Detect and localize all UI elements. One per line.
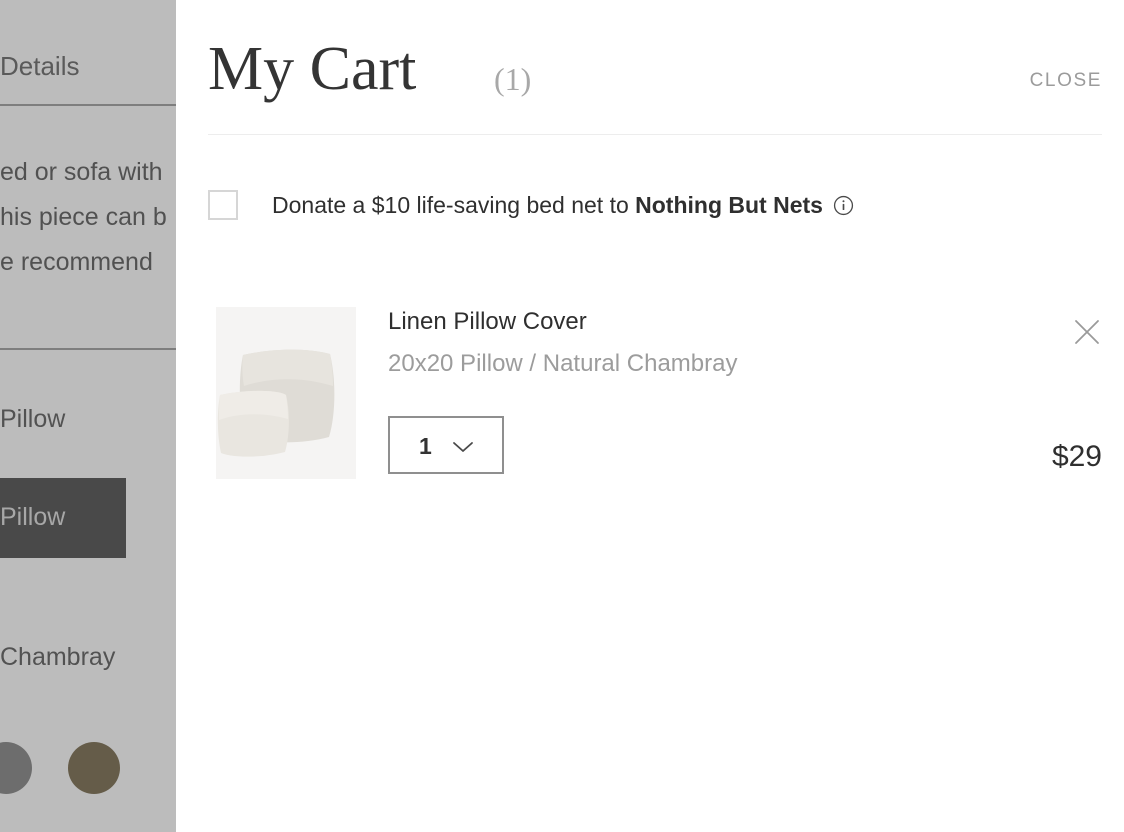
remove-item-button[interactable] — [1072, 317, 1102, 347]
close-button[interactable]: CLOSE — [1030, 70, 1102, 92]
page-title: My Cart — [208, 35, 417, 103]
cart-line-item: Linen Pillow Cover 20x20 Pillow / Natura… — [208, 307, 1102, 479]
quantity-value: 1 — [419, 433, 432, 459]
cart-drawer-panel: My Cart (1) CLOSE Donate a $10 life-savi… — [176, 0, 1124, 832]
background-product-page: Details ed or sofa with his piece can b … — [0, 0, 176, 832]
modal-scrim-overlay[interactable] — [0, 0, 176, 832]
donate-charity-name: Nothing But Nets — [635, 191, 823, 218]
item-price: $29 — [1051, 440, 1102, 473]
chevron-down-icon — [452, 440, 474, 454]
product-thumbnail[interactable] — [216, 307, 356, 479]
donate-checkbox[interactable] — [208, 190, 238, 220]
cart-item-count: (1) — [494, 61, 532, 97]
donate-label: Donate a $10 life-saving bed net to Noth… — [272, 192, 823, 219]
product-title[interactable]: Linen Pillow Cover — [388, 307, 738, 337]
cart-drawer-screen: Details ed or sofa with his piece can b … — [0, 0, 1124, 832]
donate-text-before: Donate a $10 life-saving bed net to — [272, 191, 636, 218]
header-divider — [208, 134, 1102, 135]
info-icon[interactable] — [833, 195, 854, 216]
cart-header: My Cart (1) CLOSE — [208, 0, 1102, 134]
product-variant: 20x20 Pillow / Natural Chambray — [388, 350, 738, 377]
product-info: Linen Pillow Cover 20x20 Pillow / Natura… — [388, 307, 738, 378]
donate-row: Donate a $10 life-saving bed net to Noth… — [208, 189, 854, 221]
quantity-select[interactable]: 1 — [388, 416, 504, 474]
